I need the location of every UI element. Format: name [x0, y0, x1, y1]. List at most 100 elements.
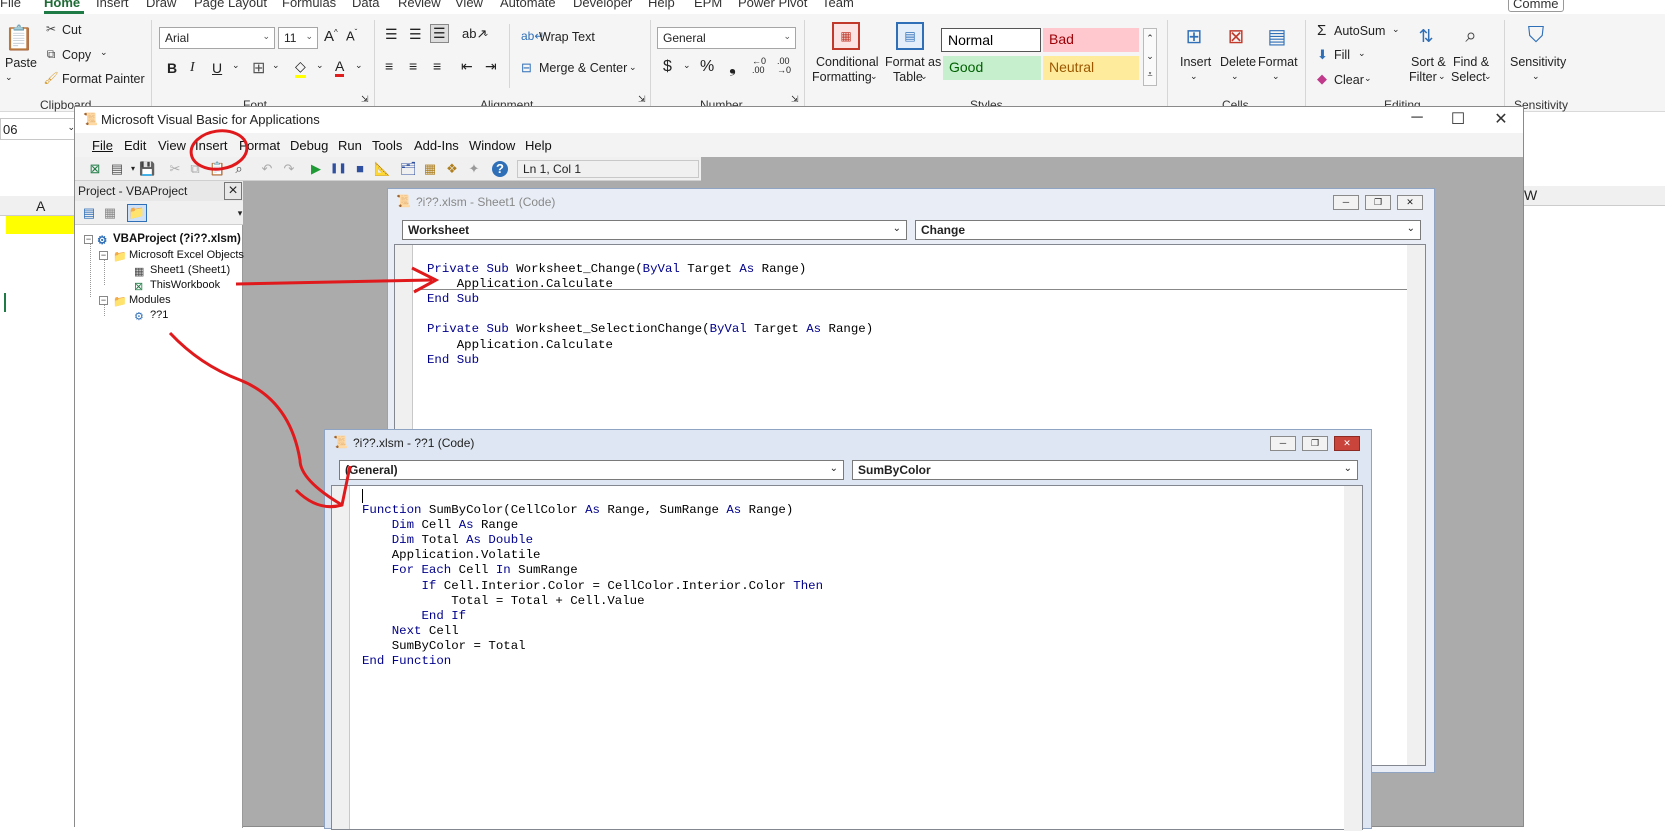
menu-file[interactable]: File — [92, 138, 113, 153]
decrease-indent-icon[interactable]: ⇤ — [461, 58, 473, 75]
paste-icon[interactable]: 📋 — [4, 22, 34, 54]
search-icon[interactable]: ⌕ — [1456, 22, 1486, 50]
menu-insert[interactable]: Insert — [195, 138, 228, 153]
format-cells-icon[interactable]: ▤ — [1263, 24, 1291, 48]
tab-page-layout[interactable]: Page Layout — [194, 0, 267, 10]
column-header-w[interactable]: W — [1522, 186, 1665, 206]
font-color-icon[interactable]: A — [335, 58, 345, 77]
underline-dropdown-icon[interactable]: ⌄ — [232, 60, 240, 71]
increase-indent-icon[interactable]: ⇥ — [485, 58, 497, 75]
excel-view-icon[interactable]: ⊠ — [87, 161, 103, 177]
tab-insert[interactable]: Insert — [96, 0, 129, 10]
vba-title-bar[interactable]: 📜 Microsoft Visual Basic for Application… — [75, 107, 1523, 133]
sheet-grid[interactable] — [0, 234, 80, 827]
currency-dropdown-icon[interactable]: ⌄ — [683, 60, 691, 71]
style-bad[interactable]: Bad — [1043, 28, 1139, 52]
collapse-icon[interactable]: − — [99, 296, 108, 305]
cut-icon[interactable]: ✂ — [167, 161, 183, 177]
format-cells-button[interactable]: Format — [1258, 55, 1298, 69]
style-neutral[interactable]: Neutral — [1043, 56, 1139, 80]
bold-button[interactable]: B — [167, 60, 177, 76]
restore-icon[interactable]: ❐ — [1365, 195, 1391, 210]
tab-review[interactable]: Review — [398, 0, 441, 10]
minimize-icon[interactable]: ─ — [1333, 195, 1359, 210]
tree-module1[interactable]: ⚙ ??1 — [134, 309, 168, 323]
minimize-icon[interactable]: ─ — [1270, 436, 1296, 451]
project-explorer-icon[interactable]: 🗂 — [400, 161, 417, 177]
menu-tools[interactable]: Tools — [372, 138, 402, 153]
redo-icon[interactable]: ↷ — [281, 161, 297, 177]
name-box[interactable]: 06 ⌄ — [0, 118, 80, 140]
collapse-icon[interactable]: − — [99, 251, 108, 260]
format-as-table-label-1[interactable]: Format as — [885, 55, 941, 69]
design-mode-icon[interactable]: 📐 — [374, 161, 390, 177]
minimize-icon[interactable]: ─ — [1397, 109, 1437, 127]
find-select-label-1[interactable]: Find & — [1453, 55, 1489, 69]
object-dropdown[interactable]: (General) ⌄ — [339, 460, 844, 480]
comments-button[interactable]: Comme — [1508, 0, 1564, 12]
find-select-label-2[interactable]: Select — [1451, 70, 1486, 84]
vertical-scrollbar[interactable] — [1407, 245, 1425, 765]
delete-dropdown-icon[interactable]: ⌄ — [1231, 71, 1239, 82]
format-as-table-label-2[interactable]: Table — [893, 70, 923, 84]
restore-icon[interactable]: ❐ — [1302, 436, 1328, 451]
sensitivity-dropdown-icon[interactable]: ⌄ — [1532, 71, 1540, 82]
merge-dropdown-icon[interactable]: ⌄ — [629, 62, 637, 73]
copy-button[interactable]: Copy — [62, 48, 91, 62]
tab-draw[interactable]: Draw — [146, 0, 176, 10]
fill-button[interactable]: Fill — [1334, 48, 1350, 62]
find-dropdown-icon[interactable]: ⌄ — [1484, 71, 1492, 82]
sensitivity-button[interactable]: Sensitivity — [1510, 55, 1566, 69]
tab-data[interactable]: Data — [352, 0, 379, 10]
close-icon[interactable]: ✕ — [1334, 436, 1360, 451]
number-launcher-icon[interactable]: ⇲ — [791, 94, 799, 105]
currency-icon[interactable]: $ — [663, 58, 672, 76]
procedure-dropdown[interactable]: Change ⌄ — [915, 220, 1421, 240]
tab-home[interactable]: Home — [44, 0, 80, 10]
object-browser-icon[interactable]: ❖ — [444, 161, 460, 177]
tab-view[interactable]: View — [455, 0, 483, 10]
merge-center-button[interactable]: Merge & Center — [539, 61, 627, 75]
delete-cells-button[interactable]: Delete — [1220, 55, 1256, 69]
tab-file[interactable]: File — [0, 0, 21, 10]
toggle-folders-icon[interactable]: 📁 — [127, 204, 147, 222]
tab-help[interactable]: Help — [648, 0, 675, 10]
borders-icon[interactable]: ⊞ — [252, 58, 265, 78]
column-header-a[interactable]: A — [0, 196, 80, 216]
percent-icon[interactable]: % — [700, 58, 714, 76]
clear-button[interactable]: Clear — [1334, 73, 1364, 87]
autosum-dropdown-icon[interactable]: ⌄ — [1392, 24, 1400, 35]
help-icon[interactable]: ? — [492, 161, 508, 177]
sensitivity-icon[interactable]: ⛉ — [1522, 20, 1550, 50]
tree-thisworkbook[interactable]: ⊠ ThisWorkbook — [134, 279, 220, 293]
menu-view[interactable]: View — [158, 138, 186, 153]
tree-modules[interactable]: 📁 Modules — [113, 294, 171, 308]
tab-power-pivot[interactable]: Power Pivot — [738, 0, 807, 10]
menu-debug[interactable]: Debug — [290, 138, 328, 153]
style-good[interactable]: Good — [943, 56, 1041, 80]
sheet1-code-title[interactable]: 📜 ?i??.xlsm - Sheet1 (Code) — [388, 189, 1434, 213]
tab-epm[interactable]: EPM — [694, 0, 722, 10]
toolbox-icon[interactable]: ✦ — [466, 161, 482, 177]
sheet-grid-right[interactable] — [1522, 112, 1665, 827]
italic-button[interactable]: I — [190, 60, 195, 76]
wrap-text-button[interactable]: Wrap Text — [539, 30, 595, 44]
paste-button[interactable]: Paste — [5, 56, 37, 70]
align-middle-icon[interactable]: ☰ — [409, 26, 422, 43]
procedure-dropdown[interactable]: SumByColor ⌄ — [852, 460, 1358, 480]
increase-font-icon[interactable]: A^ — [324, 28, 338, 45]
align-right-icon[interactable]: ≡ — [433, 58, 441, 74]
format-table-dropdown-icon[interactable]: ⌄ — [920, 71, 928, 82]
close-icon[interactable]: × — [224, 182, 242, 200]
fill-color-icon[interactable]: ◇ — [295, 58, 306, 78]
font-name-select[interactable]: Arial ⌄ — [159, 27, 275, 49]
decrease-decimal-icon[interactable]: .00 →0 — [777, 57, 791, 75]
paste-dropdown-icon[interactable]: ⌄ — [5, 72, 13, 83]
menu-edit[interactable]: Edit — [124, 138, 146, 153]
increase-decimal-icon[interactable]: ←0.00 — [752, 57, 766, 75]
undo-icon[interactable]: ↶ — [259, 161, 275, 177]
autosum-button[interactable]: AutoSum — [1334, 24, 1385, 38]
scroll-icon[interactable]: ▾ — [232, 205, 248, 221]
run-icon[interactable]: ▶ — [308, 161, 324, 177]
tab-formulas[interactable]: Formulas — [282, 0, 336, 10]
